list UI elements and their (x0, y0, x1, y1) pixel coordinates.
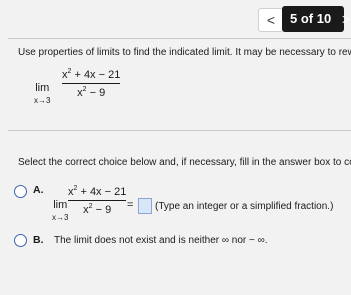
section-divider (8, 130, 351, 131)
header-divider (8, 38, 351, 39)
choice-a-fraction: x2 + 4x − 21 x2 − 9 (68, 185, 127, 216)
limit-operator: lim x→3 (34, 82, 50, 105)
fraction-bar (62, 83, 121, 84)
choice-a-limit-operator: lim x→3 (52, 199, 68, 222)
question-instruction: Use properties of limits to find the ind… (18, 47, 351, 58)
previous-question-button[interactable]: < (258, 8, 284, 32)
limit-approach: x→3 (52, 213, 69, 222)
fraction-bar (68, 200, 127, 201)
question-fraction: x2 + 4x − 21 x2 − 9 (62, 68, 121, 99)
choice-a-radio[interactable] (14, 185, 27, 198)
answer-input-box[interactable] (138, 198, 152, 214)
fraction-numerator: x2 + 4x − 21 (62, 68, 120, 81)
answer-hint: (Type an integer or a simplified fractio… (155, 201, 334, 212)
limit-word: lim (53, 199, 68, 211)
numerator-rest: + 4x − 21 (71, 69, 121, 81)
choice-prompt: Select the correct choice below and, if … (18, 157, 351, 168)
denominator-rest: − 9 (86, 87, 106, 99)
denominator-rest: − 9 (92, 204, 112, 216)
chevron-left-icon: < (266, 12, 276, 28)
choice-a-letter: A. (33, 184, 44, 196)
equals-sign: = (127, 199, 134, 211)
top-navigation-bar: < 5 of 10 > (0, 0, 351, 38)
chevron-right-icon: > (342, 11, 351, 27)
fraction-numerator: x2 + 4x − 21 (68, 185, 126, 198)
fraction-denominator: x2 − 9 (68, 203, 126, 216)
fraction-denominator: x2 − 9 (62, 86, 120, 99)
choice-b-text: The limit does not exist and is neither … (54, 235, 268, 246)
question-counter: 5 of 10 (290, 11, 332, 26)
limit-approach: x→3 (34, 96, 51, 105)
numerator-rest: + 4x − 21 (77, 186, 127, 198)
choice-b-letter: B. (33, 234, 44, 246)
next-question-button[interactable]: > (342, 8, 351, 30)
limit-word: lim (35, 82, 50, 94)
choice-b-radio[interactable] (14, 234, 27, 247)
